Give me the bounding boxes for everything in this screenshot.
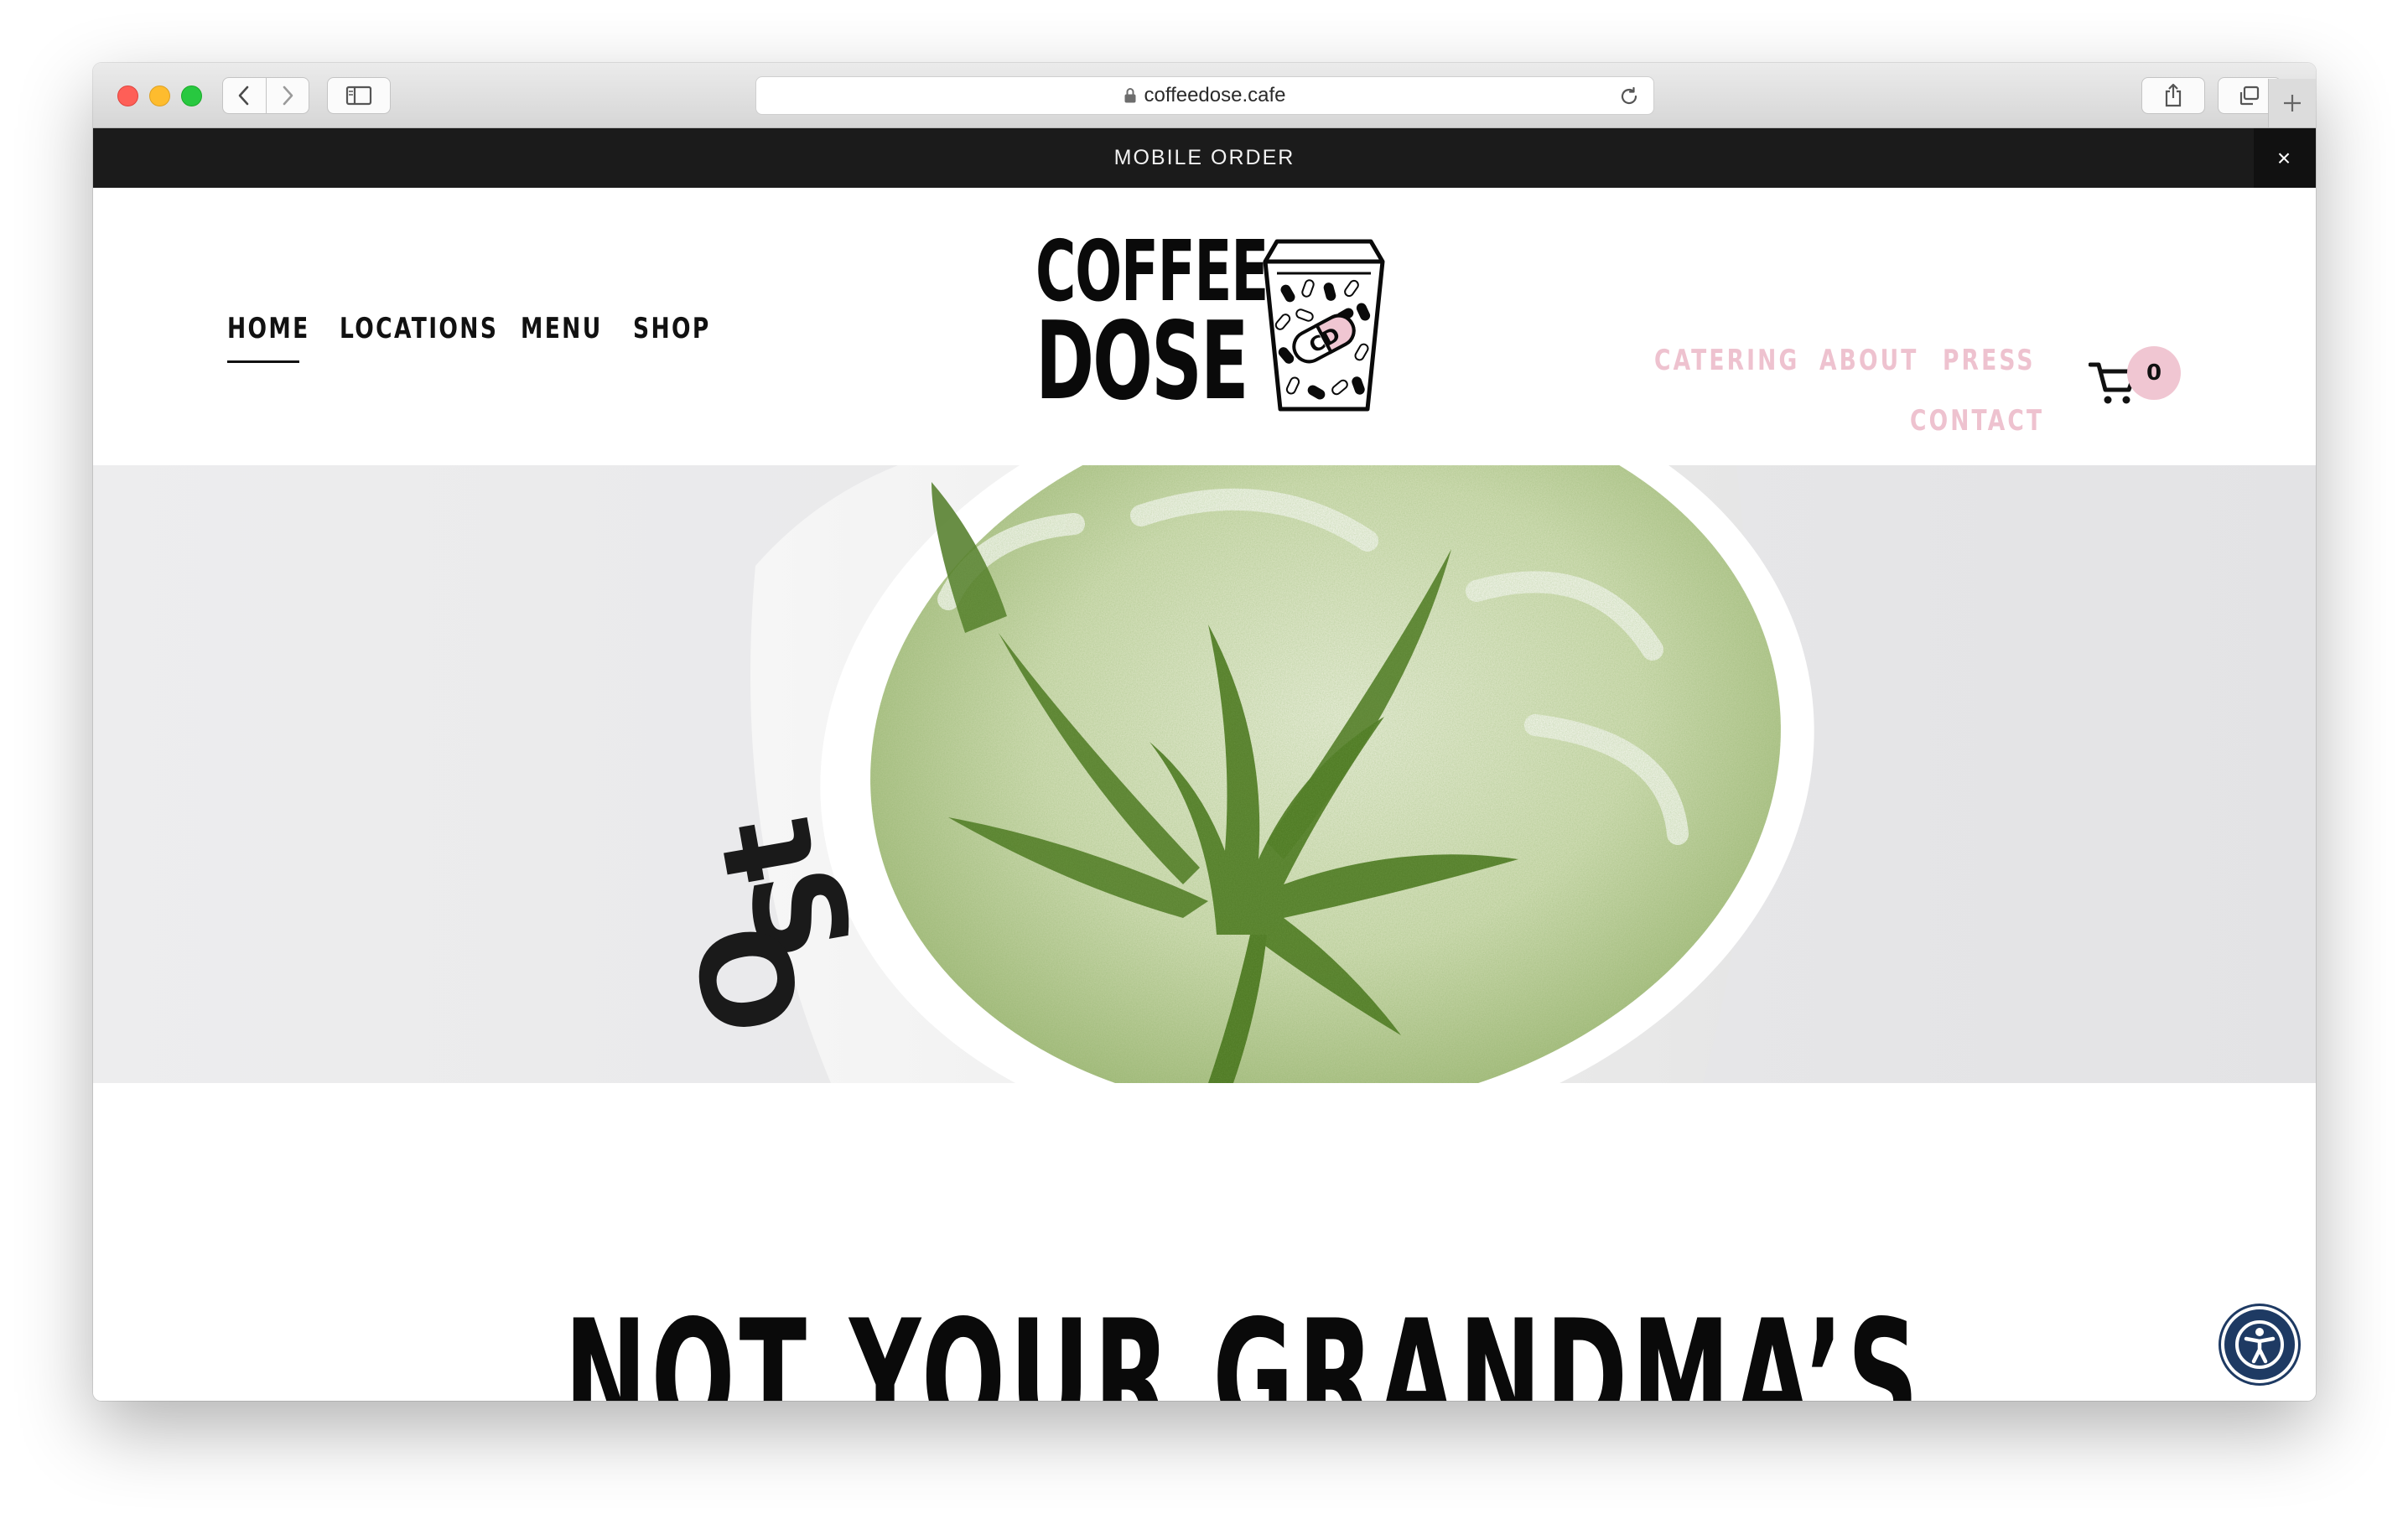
primary-nav-right: CATERING ABOUT PRESS <box>1654 344 2061 377</box>
zoom-window-button[interactable] <box>181 86 202 106</box>
mobile-order-link[interactable]: MOBILE ORDER <box>1114 146 1295 170</box>
nav-home-link[interactable]: HOME <box>227 312 308 345</box>
back-button[interactable] <box>223 78 266 113</box>
svg-text:O: O <box>663 915 825 1045</box>
announcement-bar: MOBILE ORDER × <box>93 128 2316 188</box>
minimize-window-button[interactable] <box>149 86 170 106</box>
chevron-left-icon <box>238 86 249 106</box>
cart-button[interactable]: 0 <box>2088 346 2189 418</box>
nav-press-link[interactable]: PRESS <box>1943 344 2036 377</box>
browser-toolbar: coffeedose.cafe <box>93 63 2316 128</box>
close-window-button[interactable] <box>117 86 138 106</box>
chevron-right-icon <box>283 86 293 106</box>
new-tab-button[interactable] <box>2268 79 2316 127</box>
nav-locations-link[interactable]: LOCATIONS <box>340 312 496 345</box>
announcement-close-button[interactable]: × <box>2254 128 2316 188</box>
browser-window: coffeedose.cafe MOBILE ORDER × HOME LOCA… <box>93 63 2316 1401</box>
url-text: coffeedose.cafe <box>1144 84 1286 106</box>
logo-line-2: DOSE <box>1035 299 1249 424</box>
nav-item-home[interactable]: HOME <box>227 312 340 363</box>
history-nav <box>222 77 309 114</box>
site-header: HOME LOCATIONS MENU SHOP COFFEE DOSE CD … <box>93 188 2316 465</box>
nav-catering-link[interactable]: CATERING <box>1654 344 1797 377</box>
primary-nav-left: HOME LOCATIONS MENU SHOP <box>227 312 734 363</box>
sidebar-button[interactable] <box>327 77 391 114</box>
pill-cup-icon: CD <box>1263 239 1385 412</box>
accessibility-icon <box>2235 1320 2284 1369</box>
nav-item-locations[interactable]: LOCATIONS <box>340 312 521 345</box>
plus-icon <box>2284 95 2301 111</box>
nav-contact-link[interactable]: CONTACT <box>1910 404 2044 438</box>
nav-item-shop[interactable]: SHOP <box>633 312 734 345</box>
nav-shop-link[interactable]: SHOP <box>633 312 708 345</box>
main-content: NOT YOUR GRANDMA’S <box>93 1083 2316 1401</box>
cart-count-badge: 0 <box>2127 346 2181 400</box>
share-button[interactable] <box>2141 77 2205 114</box>
forward-button[interactable] <box>265 78 309 113</box>
address-bar[interactable]: coffeedose.cafe <box>755 76 1654 115</box>
hero-illustration: ʇS O <box>663 465 1814 1083</box>
tabs-icon <box>2239 86 2260 106</box>
accessibility-button[interactable] <box>2221 1306 2298 1383</box>
nav-menu-link[interactable]: MENU <box>521 312 600 345</box>
section-headline: NOT YOUR GRANDMA’S <box>564 1286 1923 1402</box>
site-logo[interactable]: COFFEE DOSE CD <box>1035 230 1388 424</box>
logo-wordmark: COFFEE DOSE <box>1035 230 1269 424</box>
share-icon <box>2165 83 2182 107</box>
sidebar-icon <box>345 86 372 106</box>
nav-about-link[interactable]: ABOUT <box>1819 344 1916 377</box>
nav-item-menu[interactable]: MENU <box>521 312 633 345</box>
hero-image: ʇS O <box>93 465 2316 1083</box>
primary-nav-right-row-2: CONTACT <box>1910 404 2082 438</box>
reload-icon[interactable] <box>1618 86 1640 107</box>
lock-icon <box>1124 88 1136 103</box>
